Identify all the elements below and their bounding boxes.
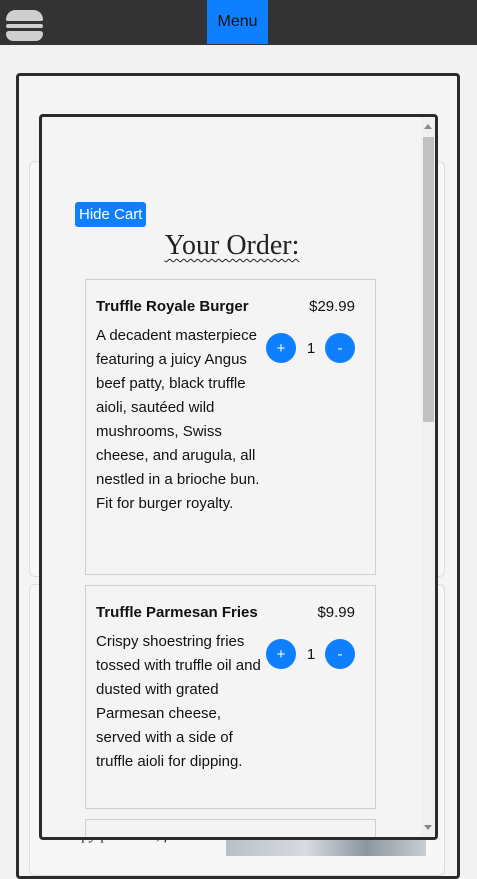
decrease-quantity-button[interactable]: - (325, 639, 355, 669)
hide-cart-button[interactable]: Hide Cart (75, 202, 147, 227)
burger-top-bun (6, 10, 43, 21)
scroll-up-arrow-icon[interactable] (424, 124, 432, 129)
burger-icon[interactable] (6, 10, 43, 42)
scroll-down-arrow-icon[interactable] (424, 825, 432, 830)
cart-scrollbar[interactable] (421, 117, 435, 837)
cart-item: Truffle Royale Burger $29.99 A decadent … (85, 279, 376, 575)
burger-bottom-bun (6, 31, 43, 41)
increase-quantity-button[interactable]: + (266, 333, 296, 363)
burger-patty (6, 24, 43, 28)
top-bar: Menu (0, 0, 477, 45)
cart-item: Truffle Parmesan Fries $9.99 Crispy shoe… (85, 585, 376, 809)
scrollbar-thumb[interactable] (423, 137, 434, 422)
cart-item-description: Crispy shoestring fries tossed with truf… (96, 633, 261, 770)
cart-item-price: $9.99 (317, 604, 355, 621)
cart-item-description: A decadent masterpiece featuring a juicy… (96, 327, 260, 512)
quantity-value: 1 (306, 340, 316, 357)
order-title-text: Your Order: (164, 230, 300, 261)
menu-button[interactable]: Menu (207, 0, 268, 44)
cart-item-name: Truffle Royale Burger (96, 298, 249, 315)
cart-panel: Hide Cart Your Order: Truffle Royale Bur… (39, 114, 438, 840)
cart-item (85, 819, 376, 837)
decrease-quantity-button[interactable]: - (325, 333, 355, 363)
cart-item-name: Truffle Parmesan Fries (96, 604, 258, 621)
quantity-value: 1 (306, 646, 316, 663)
order-title: Your Order: (42, 230, 422, 262)
increase-quantity-button[interactable]: + (266, 639, 296, 669)
cart-item-price: $29.99 (309, 298, 355, 315)
